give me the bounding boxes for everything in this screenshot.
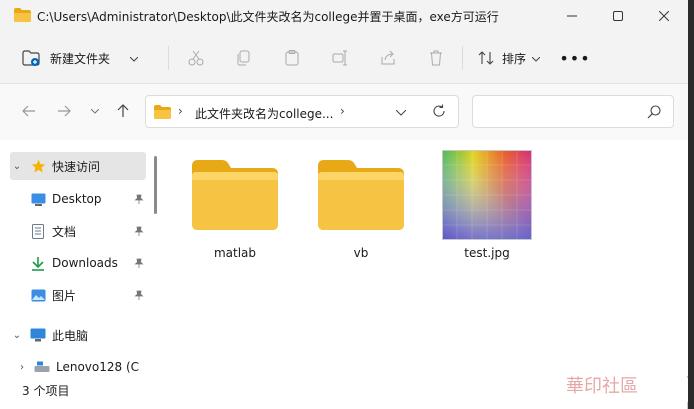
cut-button[interactable] — [184, 46, 208, 70]
back-button[interactable] — [18, 100, 40, 122]
sort-button[interactable]: 排序 — [478, 44, 541, 72]
search-icon — [647, 105, 661, 119]
more-options-button[interactable]: ••• — [559, 46, 589, 70]
close-icon — [659, 11, 669, 21]
computer-icon — [30, 327, 46, 343]
forward-button[interactable] — [53, 100, 75, 122]
new-folder-label: 新建文件夹 — [50, 51, 111, 66]
pin-icon[interactable] — [134, 289, 144, 303]
pin-icon[interactable] — [134, 193, 144, 207]
navigation-row: › 此文件夹改名为college... › — [0, 84, 688, 140]
sidebar-item-quick-access[interactable]: ⌄ 快速访问 — [10, 152, 146, 180]
recent-locations-button[interactable] — [84, 100, 106, 122]
desktop-icon — [30, 191, 46, 207]
folder-icon — [316, 150, 406, 240]
chevron-right-icon[interactable]: › — [10, 362, 24, 373]
sidebar-item-pictures[interactable]: 图片 — [10, 281, 146, 309]
address-bar[interactable]: › 此文件夹改名为college... › — [145, 95, 459, 128]
sidebar-item-label: 此电脑 — [52, 328, 89, 343]
paste-button[interactable] — [280, 46, 304, 70]
sidebar-item-label: Downloads — [52, 256, 118, 270]
file-name: test.jpg — [464, 246, 510, 260]
sidebar-item-label: 图片 — [52, 288, 77, 303]
divider — [462, 46, 463, 70]
sidebar-item-label: Desktop — [52, 192, 102, 206]
background-window — [688, 0, 694, 409]
sidebar-item-this-pc[interactable]: ⌄ 此电脑 — [10, 321, 146, 349]
share-button[interactable] — [376, 46, 400, 70]
pin-icon[interactable] — [134, 225, 144, 239]
breadcrumb[interactable]: 此文件夹改名为college... — [195, 105, 333, 122]
chevron-right-icon[interactable]: › — [178, 104, 183, 118]
chevron-down-icon[interactable]: ⌄ — [10, 161, 24, 172]
picture-icon — [30, 287, 46, 303]
cut-icon — [188, 50, 204, 66]
close-button[interactable] — [641, 0, 687, 32]
chevron-down-icon — [395, 109, 407, 116]
download-icon — [30, 255, 46, 271]
copy-icon — [237, 50, 250, 66]
arrow-right-icon — [58, 105, 71, 117]
rename-button[interactable] — [328, 46, 352, 70]
sort-label: 排序 — [502, 51, 527, 66]
sidebar-item-drive-c[interactable]: › Lenovo128 (C — [10, 353, 146, 376]
refresh-button[interactable] — [432, 104, 446, 121]
file-item-image[interactable]: test.jpg — [434, 150, 534, 260]
sidebar-item-downloads[interactable]: Downloads — [10, 249, 146, 277]
sidebar-item-label: Lenovo128 (C — [56, 360, 140, 374]
chevron-down-icon — [91, 108, 99, 114]
folder-icon — [154, 105, 171, 119]
delete-icon — [430, 50, 442, 66]
copy-button[interactable] — [232, 46, 256, 70]
arrow-up-icon — [117, 104, 129, 117]
image-thumbnail — [442, 150, 532, 240]
divider — [168, 46, 169, 70]
command-bar: 新建文件夹 排序 ••• — [0, 32, 688, 84]
arrow-left-icon — [22, 105, 35, 117]
maximize-button[interactable] — [595, 0, 641, 32]
pin-icon[interactable] — [134, 257, 144, 271]
chevron-down-icon[interactable]: ⌄ — [10, 330, 24, 341]
new-folder-icon — [22, 50, 40, 66]
title-bar: C:\Users\Administrator\Desktop\此文件夹改名为co… — [0, 0, 688, 32]
file-list: matlab vb test.jpg — [160, 140, 688, 376]
window-title: C:\Users\Administrator\Desktop\此文件夹改名为co… — [37, 10, 499, 24]
new-folder-button[interactable]: 新建文件夹 — [22, 44, 139, 72]
delete-button[interactable] — [424, 46, 448, 70]
sidebar-item-label: 文档 — [52, 224, 77, 239]
navigation-pane: ⌄ 快速访问 Desktop 文档 Downloads 图片 ⌄ 此电脑 › L… — [0, 140, 150, 376]
folder-icon — [14, 8, 31, 22]
address-dropdown-button[interactable] — [395, 105, 407, 119]
watermark-logo: 華印社區 — [566, 376, 638, 397]
file-name: matlab — [213, 246, 257, 260]
maximize-icon — [613, 11, 623, 21]
chevron-right-icon[interactable]: › — [340, 104, 345, 118]
share-icon — [381, 50, 395, 65]
file-item-folder[interactable]: vb — [308, 150, 408, 260]
file-name: vb — [353, 246, 369, 260]
sidebar-scrollbar[interactable] — [154, 156, 157, 214]
drive-icon — [34, 359, 50, 375]
chevron-down-icon — [531, 51, 541, 65]
paste-icon — [285, 50, 299, 66]
search-input[interactable] — [472, 95, 674, 128]
item-count: 3 个项目 — [22, 384, 70, 398]
document-icon — [30, 223, 46, 239]
star-icon — [30, 158, 46, 174]
file-item-folder[interactable]: matlab — [182, 150, 282, 260]
refresh-icon — [433, 104, 445, 117]
rename-icon — [332, 50, 347, 66]
minimize-icon — [567, 15, 577, 17]
minimize-button[interactable] — [549, 0, 595, 32]
sort-icon — [478, 51, 494, 65]
file-explorer-window: C:\Users\Administrator\Desktop\此文件夹改名为co… — [0, 0, 688, 409]
sidebar-item-desktop[interactable]: Desktop — [10, 185, 146, 213]
chevron-down-icon — [129, 51, 139, 65]
folder-icon — [190, 150, 280, 240]
sidebar-item-label: 快速访问 — [52, 159, 101, 174]
up-button[interactable] — [112, 100, 134, 122]
sidebar-item-documents[interactable]: 文档 — [10, 217, 146, 245]
